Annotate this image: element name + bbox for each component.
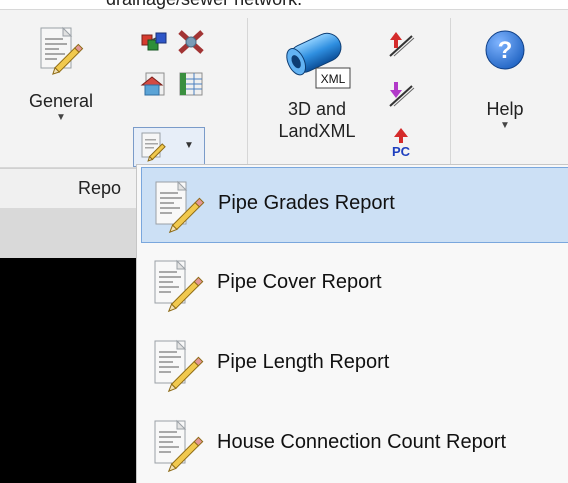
top-clipped-strip: drainage/sewer network. xyxy=(0,0,568,10)
house-report-icon[interactable] xyxy=(140,70,170,98)
menu-item-pipe-grades-report[interactable]: Pipe Grades Report xyxy=(141,167,568,243)
screen: drainage/sewer network. General ▼ xyxy=(0,0,568,483)
cross-pipe-icon[interactable] xyxy=(176,28,206,56)
chevron-down-icon: ▼ xyxy=(184,140,194,151)
menu-item-label: Pipe Grades Report xyxy=(218,192,395,214)
xml-badge-text: XML xyxy=(321,72,346,86)
3d-label-line1: 3D and xyxy=(287,99,347,119)
3d-label-line2: LandXML xyxy=(278,121,356,141)
help-button[interactable]: ? Help ▼ xyxy=(470,24,540,160)
help-glyph: ? xyxy=(498,37,513,64)
chevron-down-icon: ▼ xyxy=(56,112,66,123)
help-icon: ? xyxy=(485,30,525,70)
pipe-xml-icon: XML xyxy=(286,32,351,89)
report-pencil-icon xyxy=(155,180,205,234)
gray-band xyxy=(0,208,140,258)
pipe-arrow-red-icon[interactable] xyxy=(384,30,418,60)
menu-item-label: Pipe Length Report xyxy=(217,351,390,373)
ribbon: General ▼ ▼ XML 3D and LandXML PC ? Help… xyxy=(0,10,568,168)
pc-badge-text: PC xyxy=(392,144,411,158)
menu-item-label: Pipe Cover Report xyxy=(217,271,382,293)
menu-item-pipe-cover-report[interactable]: Pipe Cover Report xyxy=(141,247,568,323)
general-label: General xyxy=(28,91,94,111)
drawing-area xyxy=(0,258,140,483)
report-pencil-icon xyxy=(154,419,204,473)
pc-arrow-icon[interactable]: PC xyxy=(386,126,416,158)
menu-item-label: House Connection Count Report xyxy=(217,431,507,453)
report-pencil-icon xyxy=(154,259,204,313)
report-pencil-icon xyxy=(154,339,204,393)
clipped-description-text: drainage/sewer network. xyxy=(106,0,302,9)
general-button[interactable]: General ▼ xyxy=(22,20,100,160)
group-label: Repo xyxy=(78,178,122,198)
help-label: Help xyxy=(486,99,524,119)
network-cubes-icon[interactable] xyxy=(140,28,170,56)
3d-landxml-button[interactable]: XML 3D and LandXML xyxy=(262,18,372,164)
ribbon-divider xyxy=(247,18,248,168)
reports-dropdown-menu: Pipe Grades Report Pipe Cover Report Pip… xyxy=(136,164,568,483)
report-pencil-icon xyxy=(141,132,166,162)
ribbon-divider xyxy=(450,18,451,168)
report-pencil-icon xyxy=(40,26,84,75)
pipe-arrow-purple-icon[interactable] xyxy=(384,80,418,110)
table-report-icon[interactable] xyxy=(176,70,206,98)
menu-item-pipe-length-report[interactable]: Pipe Length Report xyxy=(141,327,568,403)
chevron-down-icon: ▼ xyxy=(500,120,510,131)
menu-item-house-connection-count-report[interactable]: House Connection Count Report xyxy=(141,407,568,483)
reports-split-button[interactable]: ▼ xyxy=(133,127,205,167)
